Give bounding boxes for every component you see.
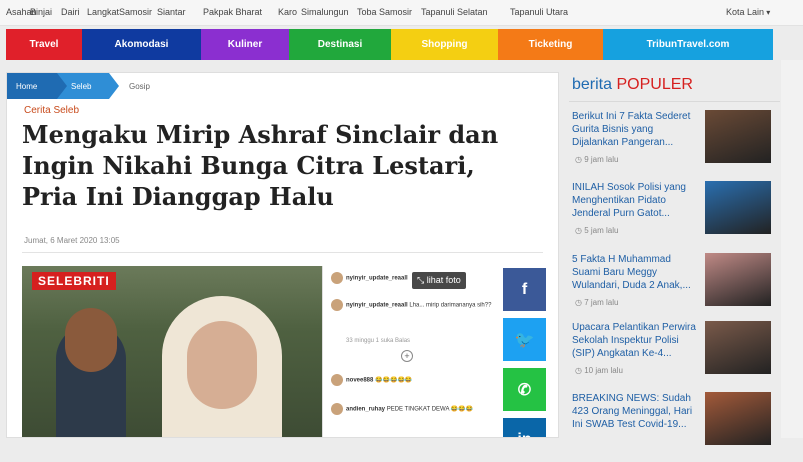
photo-woman-face xyxy=(187,321,257,409)
facebook-share-button[interactable]: f xyxy=(503,268,546,311)
instagram-comments: + nyinyir_update_reaall nyinyir_update_r… xyxy=(322,266,497,437)
ig-comment: andien_ruhay PEDE TINGKAT DEWA 😂😂😂 xyxy=(331,403,473,415)
photo-scene: SELEBRITI xyxy=(22,266,322,437)
popular-item-title[interactable]: Berikut Ini 7 Fakta Sederet Gurita Bisni… xyxy=(572,110,702,149)
region-link[interactable]: Siantar xyxy=(157,7,186,17)
magnify-icon: ⤡ xyxy=(417,275,427,285)
category-link[interactable]: TribunTravel.com xyxy=(603,29,773,60)
popular-item-title[interactable]: BREAKING NEWS: Sudah 423 Orang Meninggal… xyxy=(572,392,702,431)
divider xyxy=(569,101,780,102)
ig-comment-text: 33 minggu 1 suka Balas xyxy=(346,338,411,344)
popular-item-time: 9 jam lalu xyxy=(575,155,618,164)
popular-item[interactable]: BREAKING NEWS: Sudah 423 Orang Meninggal… xyxy=(569,392,780,462)
region-link[interactable]: Tapanuli Utara xyxy=(510,7,568,17)
popular-title-b: POPULER xyxy=(616,76,693,93)
popular-item-thumbnail[interactable] xyxy=(705,392,771,445)
twitter-icon: 🐦 xyxy=(514,331,535,349)
ig-username: nyinyir_update_reaall xyxy=(346,302,410,309)
popular-item-thumbnail[interactable] xyxy=(705,181,771,234)
popular-title-a: berita xyxy=(572,76,613,93)
region-link[interactable]: Samosir xyxy=(119,7,152,17)
popular-sidebar: berita POPULER Berikut Ini 7 Fakta Seder… xyxy=(569,72,780,445)
category-link[interactable]: Travel xyxy=(6,29,82,60)
popular-item-thumbnail[interactable] xyxy=(705,110,771,163)
region-link[interactable]: Langkat xyxy=(87,7,119,17)
category-link[interactable]: Destinasi xyxy=(289,29,391,60)
category-nav: Travel Akomodasi Kuliner Destinasi Shopping T… xyxy=(6,29,773,60)
ig-avatar xyxy=(331,299,343,311)
popular-item[interactable]: INILAH Sosok Polisi yang Menghentikan Pi… xyxy=(569,181,780,251)
breadcrumb-home-label: Home xyxy=(16,81,38,91)
region-link[interactable]: Kota Lain xyxy=(726,7,770,17)
breadcrumb: Home Seleb Gosip xyxy=(7,73,150,99)
article-panel: Home Seleb Gosip Cerita Seleb Mengaku Mi… xyxy=(6,72,559,438)
ig-comment-text: Lha... mirip darimananya sih?? xyxy=(409,302,492,309)
category-link[interactable]: Ticketing xyxy=(498,29,603,60)
ig-comment: 33 minggu 1 suka Balas xyxy=(346,338,410,344)
ig-username: novee888 xyxy=(346,377,376,384)
ig-username: nyinyir_update_reaall xyxy=(346,275,408,282)
ig-comment-text: PEDE TINGKAT DEWA 😂😂😂 xyxy=(386,406,474,413)
linkedin-share-button[interactable]: in xyxy=(503,418,546,438)
region-link[interactable]: Binjai xyxy=(30,7,52,17)
category-link[interactable]: Akomodasi xyxy=(82,29,201,60)
popular-item[interactable]: Upacara Pelantikan Perwira Sekolah Inspe… xyxy=(569,321,780,391)
popular-item-time: 5 jam lalu xyxy=(575,226,618,235)
ig-comment: nyinyir_update_reaall xyxy=(331,272,408,284)
popular-item[interactable]: Berikut Ini 7 Fakta Sederet Gurita Bisni… xyxy=(569,110,780,180)
ig-comment: novee888 😂😂😂😂😂 xyxy=(331,374,412,386)
breadcrumb-seleb-label: Seleb xyxy=(71,81,92,91)
region-link[interactable]: Karo xyxy=(278,7,297,17)
view-photo-label: lihat foto xyxy=(426,275,461,285)
facebook-icon: f xyxy=(521,280,528,298)
popular-item-time: 7 jam lalu xyxy=(575,298,618,307)
divider xyxy=(22,252,543,253)
article-kicker[interactable]: Cerita Seleb xyxy=(24,105,79,116)
region-link[interactable]: Pakpak Bharat xyxy=(203,7,262,17)
view-photo-button[interactable]: ⤡ lihat foto xyxy=(412,272,466,289)
ig-avatar xyxy=(331,272,343,284)
linkedin-icon: in xyxy=(517,431,531,438)
popular-item[interactable]: 5 Fakta H Muhammad Suami Baru Meggy Wula… xyxy=(569,253,780,323)
breadcrumb-home[interactable]: Home xyxy=(7,73,67,99)
article-date: Jumat, 6 Maret 2020 13:05 xyxy=(24,236,120,245)
popular-title: berita POPULER xyxy=(572,76,693,94)
ig-comment: nyinyir_update_reaall Lha... mirip darim… xyxy=(331,299,491,311)
plus-icon: + xyxy=(401,350,413,362)
popular-item-title[interactable]: Upacara Pelantikan Perwira Sekolah Inspe… xyxy=(572,321,702,360)
popular-item-time: 10 jam lalu xyxy=(575,366,623,375)
region-link[interactable]: Simalungun xyxy=(301,7,349,17)
region-nav: Asahan Binjai Dairi Langkat Samosir Siantar Pa… xyxy=(0,0,803,26)
ig-avatar xyxy=(331,403,343,415)
ig-username: andien_ruhay xyxy=(346,406,387,413)
article-title: Mengaku Mirip Ashraf Sinclair dan Ingin … xyxy=(22,120,499,211)
region-link[interactable]: Dairi xyxy=(61,7,80,17)
category-link[interactable]: Shopping xyxy=(391,29,498,60)
ig-comment-text: 😂😂😂😂😂 xyxy=(375,377,413,384)
whatsapp-icon: ✆ xyxy=(517,381,532,399)
popular-item-thumbnail[interactable] xyxy=(705,321,771,374)
region-link[interactable]: Tapanuli Selatan xyxy=(421,7,488,17)
popular-item-title[interactable]: 5 Fakta H Muhammad Suami Baru Meggy Wula… xyxy=(572,253,702,292)
region-link[interactable]: Toba Samosir xyxy=(357,7,412,17)
photo-man-face xyxy=(65,308,117,372)
popular-item-thumbnail[interactable] xyxy=(705,253,771,306)
article-photo[interactable]: SELEBRITI + nyinyir_update_reaall nyinyi… xyxy=(22,266,497,437)
category-link[interactable]: Kuliner xyxy=(201,29,289,60)
ig-avatar xyxy=(331,374,343,386)
whatsapp-share-button[interactable]: ✆ xyxy=(503,368,546,411)
photo-label: SELEBRITI xyxy=(32,272,116,290)
twitter-share-button[interactable]: 🐦 xyxy=(503,318,546,361)
page-gutter xyxy=(781,60,803,438)
popular-item-title[interactable]: INILAH Sosok Polisi yang Menghentikan Pi… xyxy=(572,181,702,220)
